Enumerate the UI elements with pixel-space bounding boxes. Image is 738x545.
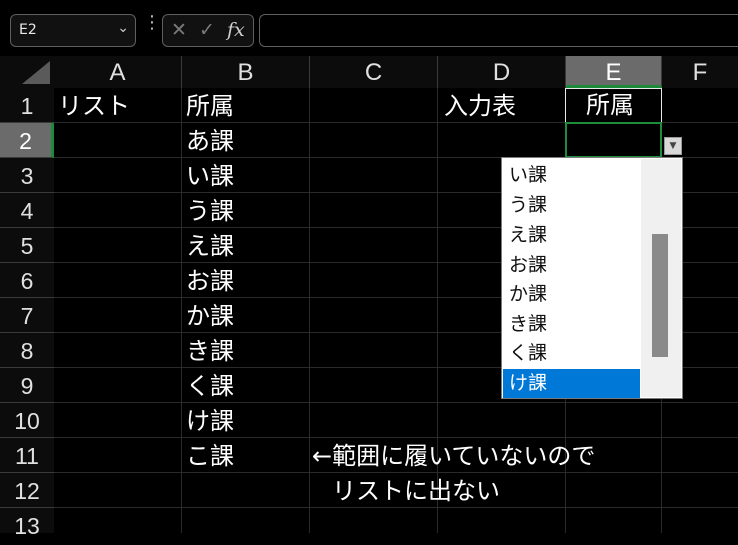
insert-function-icon[interactable]: fx bbox=[227, 19, 245, 41]
column-header-e[interactable]: E bbox=[566, 56, 662, 88]
validation-dropdown-list: い課 う課 え課 お課 か課 き課 く課 け課 bbox=[501, 157, 683, 399]
column-header-a[interactable]: A bbox=[54, 56, 182, 88]
active-cell-e2[interactable] bbox=[565, 122, 662, 158]
dropdown-item[interactable]: え課 bbox=[503, 221, 640, 250]
row-header-10[interactable]: 10 bbox=[0, 403, 54, 438]
gridline bbox=[309, 88, 310, 533]
row-header-6[interactable]: 6 bbox=[0, 263, 54, 298]
dropdown-item[interactable]: か課 bbox=[503, 280, 640, 309]
cell-d1: 入力表 bbox=[444, 92, 516, 120]
cell-b3: い課 bbox=[186, 162, 234, 190]
cell-b7: か課 bbox=[186, 302, 234, 330]
row-header-9[interactable]: 9 bbox=[0, 368, 54, 403]
cell-b8: き課 bbox=[186, 337, 234, 365]
select-all-corner[interactable] bbox=[0, 56, 54, 88]
cell-b11: こ課 bbox=[186, 442, 234, 470]
column-header-b[interactable]: B bbox=[182, 56, 310, 88]
cell-a1: リスト bbox=[58, 92, 130, 120]
cell-b1: 所属 bbox=[186, 92, 234, 120]
row-header-13[interactable]: 13 bbox=[0, 508, 54, 539]
scrollbar-thumb[interactable] bbox=[652, 234, 668, 357]
cell-b10: け課 bbox=[186, 407, 234, 435]
chevron-down-icon[interactable]: ⌄ bbox=[117, 20, 129, 36]
column-header-f[interactable]: F bbox=[662, 56, 738, 88]
formula-buttons: ✕ ✓ fx bbox=[162, 14, 254, 47]
cancel-icon[interactable]: ✕ bbox=[171, 19, 187, 41]
dropdown-item[interactable]: う課 bbox=[503, 191, 640, 220]
row-header-5[interactable]: 5 bbox=[0, 228, 54, 263]
cell-b4: う課 bbox=[186, 197, 234, 225]
cell-b5: え課 bbox=[186, 232, 234, 260]
name-box[interactable]: E2 ⌄ bbox=[10, 14, 136, 47]
select-all-icon bbox=[22, 61, 50, 84]
row-header-11[interactable]: 11 bbox=[0, 438, 54, 473]
row-header-3[interactable]: 3 bbox=[0, 158, 54, 193]
more-options-icon[interactable]: ⋮ bbox=[143, 14, 161, 32]
enter-icon[interactable]: ✓ bbox=[199, 19, 215, 41]
row-header-8[interactable]: 8 bbox=[0, 333, 54, 368]
row-header-7[interactable]: 7 bbox=[0, 298, 54, 333]
gridline bbox=[181, 88, 182, 533]
dropdown-item[interactable]: く課 bbox=[503, 339, 640, 368]
dropdown-item[interactable]: い課 bbox=[503, 161, 640, 190]
cell-e1[interactable]: 所属 bbox=[565, 88, 662, 123]
dropdown-scrollbar[interactable] bbox=[641, 159, 681, 397]
column-header-d[interactable]: D bbox=[438, 56, 566, 88]
dropdown-item[interactable]: お課 bbox=[503, 251, 640, 280]
column-header-c[interactable]: C bbox=[310, 56, 438, 88]
dropdown-arrow-button[interactable]: ▼ bbox=[664, 137, 682, 155]
gridline bbox=[54, 402, 738, 403]
row-header-4[interactable]: 4 bbox=[0, 193, 54, 228]
row-header-1[interactable]: 1 bbox=[0, 88, 54, 123]
dropdown-item-selected[interactable]: け課 bbox=[503, 369, 640, 398]
name-box-value: E2 bbox=[19, 22, 37, 38]
formula-input[interactable] bbox=[259, 14, 738, 47]
annotation-line-1: ←範囲に履いていないので bbox=[312, 442, 596, 470]
dropdown-item[interactable]: き課 bbox=[503, 310, 640, 339]
row-header-12[interactable]: 12 bbox=[0, 473, 54, 508]
gridline bbox=[54, 437, 738, 438]
formula-bar: E2 ⌄ ⋮ ✕ ✓ fx bbox=[0, 0, 738, 56]
cell-e1-text: 所属 bbox=[586, 91, 634, 119]
cell-b6: お課 bbox=[186, 267, 234, 295]
annotation-line-2: リストに出ない bbox=[332, 477, 500, 505]
cell-b9: く課 bbox=[186, 372, 234, 400]
row-header-2[interactable]: 2 bbox=[0, 123, 54, 158]
cell-b2: あ課 bbox=[186, 127, 234, 155]
